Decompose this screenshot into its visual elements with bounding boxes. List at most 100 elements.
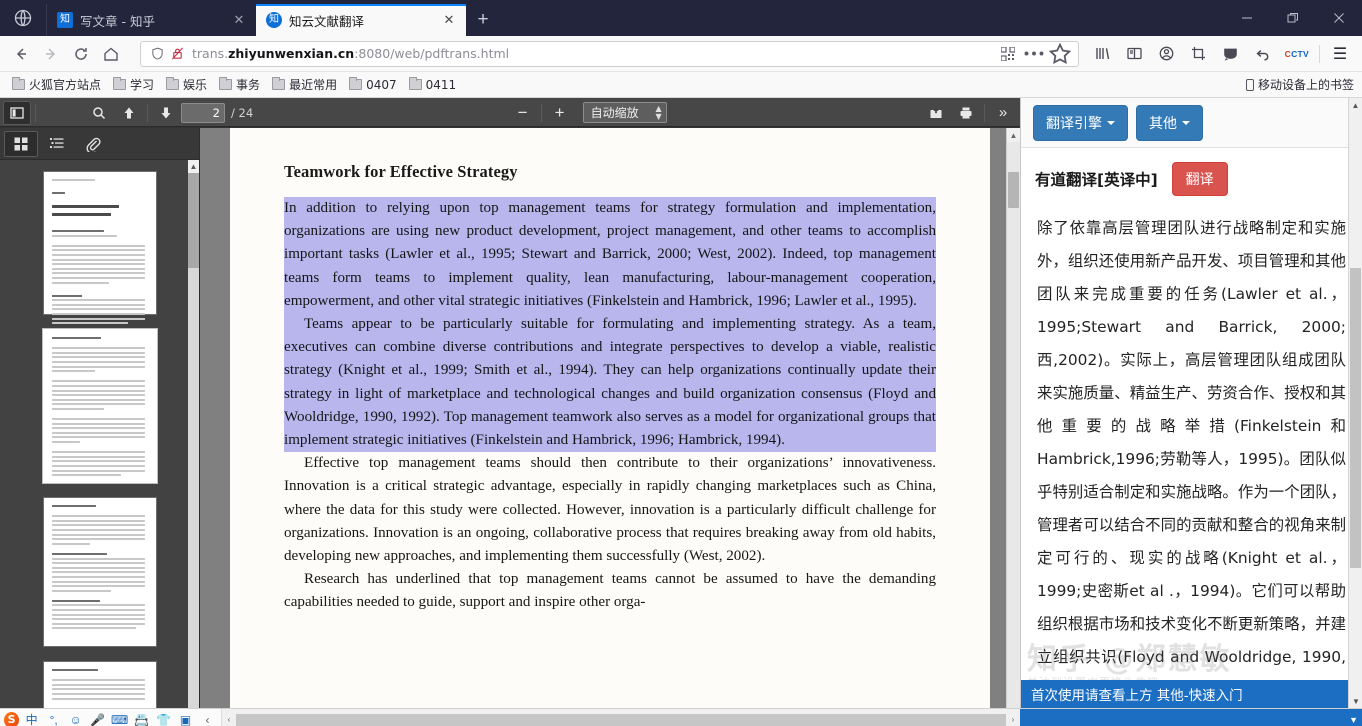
translation-engine-label: 翻译引擎 — [1046, 115, 1102, 132]
phone-icon — [1245, 78, 1254, 91]
new-tab-button[interactable]: + — [466, 4, 500, 36]
ime-punctuation-icon[interactable]: °, — [44, 711, 63, 726]
mobile-bookmarks-item[interactable]: 移动设备上的书签 — [1245, 76, 1354, 93]
browser-tab-bar: 知 写文章 - 知乎 ✕ 知 知云文献翻译 ✕ + — [0, 0, 1362, 36]
bookmark-item[interactable]: 0407 — [343, 76, 403, 94]
home-button[interactable] — [96, 40, 126, 68]
reload-button[interactable] — [66, 40, 96, 68]
reader-view-icon[interactable] — [1119, 40, 1151, 68]
translation-footer-hint[interactable]: 首次使用请查看上方 其他-快速入门 — [1021, 680, 1348, 708]
close-icon[interactable] — [1316, 0, 1362, 36]
ime-mode-icon[interactable]: 中 — [22, 711, 41, 726]
pdf-page-area[interactable]: Teamwork for Effective Strategy In addit… — [200, 128, 1020, 708]
arrow-up-icon[interactable] — [115, 101, 143, 125]
page-total-label: / 24 — [231, 105, 254, 120]
pdf-page: Teamwork for Effective Strategy In addit… — [230, 128, 990, 708]
ime-card-icon[interactable]: 📇 — [132, 711, 151, 726]
arrow-down-icon[interactable] — [152, 101, 180, 125]
bookmark-item[interactable]: 学习 — [107, 74, 160, 95]
pdf-vertical-scrollbar[interactable]: ▲ — [1006, 128, 1020, 708]
scroll-right-icon[interactable]: › — [1006, 715, 1020, 724]
scrollbar-thumb[interactable] — [188, 173, 199, 268]
hamburger-menu-icon[interactable]: ☰ — [1324, 40, 1356, 68]
ime-skin-icon[interactable]: 👕 — [154, 711, 173, 726]
page-number-input[interactable]: 2 — [181, 102, 225, 123]
browser-tab-1[interactable]: 知 写文章 - 知乎 ✕ — [46, 4, 256, 36]
ime-voice-icon[interactable]: 🎤 — [88, 711, 107, 726]
thumbnail-page-1[interactable] — [43, 172, 156, 338]
scrollbar-thumb[interactable] — [1008, 172, 1019, 208]
ime-collapse-icon[interactable]: ‹ — [198, 711, 217, 726]
browser-tab-2[interactable]: 知 知云文献翻译 ✕ — [256, 4, 466, 36]
more-tools-button[interactable]: » — [989, 101, 1017, 125]
sidebar-scrollbar[interactable]: ▲ — [188, 160, 199, 708]
ime-toolbar[interactable]: S 中 °, ☺ 🎤 ⌨ 📇 👕 ▣ ‹ — [0, 708, 222, 726]
qr-code-icon[interactable] — [996, 43, 1020, 65]
page-actions-icon[interactable] — [1022, 43, 1046, 65]
account-icon[interactable] — [1151, 40, 1183, 68]
print-icon[interactable] — [952, 101, 980, 125]
translation-header: 有道翻译[英译中] 翻译 — [1021, 148, 1362, 206]
forward-button[interactable] — [36, 40, 66, 68]
folder-icon — [113, 77, 127, 90]
thumbnail-page-2[interactable] — [42, 329, 157, 483]
scroll-up-icon[interactable]: ▲ — [1349, 98, 1362, 112]
scrollbar-thumb[interactable] — [236, 713, 1006, 726]
pdf-body: ▲ Teamwork for Effective Strategy In add… — [0, 128, 1020, 708]
horizontal-scrollbar[interactable]: ‹ › — [222, 711, 1020, 726]
bookmark-item[interactable]: 事务 — [213, 74, 266, 95]
translation-engine-button[interactable]: 翻译引擎 — [1033, 104, 1128, 141]
tab-favicon: 知 — [266, 12, 282, 28]
translation-scrollbar[interactable]: ▲ ▼ — [1348, 98, 1362, 708]
paperclip-icon[interactable] — [76, 131, 110, 157]
library-icon[interactable] — [1087, 40, 1119, 68]
thumbnail-page-4[interactable] — [43, 662, 156, 708]
thumbnail-page-3[interactable] — [43, 498, 156, 646]
close-icon[interactable]: ✕ — [230, 11, 248, 29]
scroll-left-icon[interactable]: ‹ — [222, 715, 236, 724]
translate-button[interactable]: 翻译 — [1171, 162, 1228, 196]
bottom-right-strip: ▼ — [1020, 708, 1362, 726]
ime-toolbox-icon[interactable]: ▣ — [176, 711, 195, 726]
page-title: Teamwork for Effective Strategy — [284, 162, 518, 181]
folder-icon — [219, 77, 233, 90]
toolbar-divider — [540, 103, 542, 122]
sidebar-toggle-icon[interactable] — [3, 100, 31, 125]
address-bar[interactable]: trans.zhiyunwenxian.cn:8080/web/pdftrans… — [140, 40, 1079, 67]
thumbnail-list[interactable]: ▲ — [0, 160, 199, 708]
outline-icon[interactable] — [40, 131, 74, 157]
pocket-icon[interactable] — [1215, 40, 1247, 68]
tab-favicon: 知 — [57, 12, 73, 28]
zoom-out-button[interactable]: − — [509, 101, 537, 125]
save-icon[interactable] — [922, 101, 950, 125]
undo-icon[interactable] — [1247, 40, 1279, 68]
bookmark-item[interactable]: 娱乐 — [160, 74, 213, 95]
ime-keyboard-icon[interactable]: ⌨ — [110, 711, 129, 726]
bookmark-star-icon[interactable] — [1048, 42, 1072, 65]
thumbnails-icon[interactable] — [4, 130, 38, 157]
restore-icon[interactable] — [1270, 0, 1316, 36]
minimize-icon[interactable] — [1224, 0, 1270, 36]
close-icon[interactable]: ✕ — [440, 11, 458, 29]
scrollbar-thumb[interactable] — [1350, 268, 1361, 568]
screenshot-icon[interactable] — [1183, 40, 1215, 68]
search-icon[interactable] — [85, 101, 113, 125]
translation-body[interactable]: 除了依靠高层管理团队进行战略制定和实施外，组织还使用新产品开发、项目管理和其他团… — [1021, 206, 1362, 708]
scroll-up-icon[interactable]: ▲ — [1007, 128, 1020, 142]
ime-emoji-icon[interactable]: ☺ — [66, 711, 85, 726]
scroll-down-icon[interactable]: ▼ — [1349, 694, 1362, 708]
insecure-lock-icon[interactable] — [167, 47, 187, 60]
bookmark-item[interactable]: 最近常用 — [266, 74, 343, 95]
scroll-up-icon[interactable]: ▲ — [188, 160, 199, 173]
bookmark-item[interactable]: 0411 — [403, 76, 463, 94]
other-menu-button[interactable]: 其他 — [1136, 104, 1203, 141]
back-button[interactable] — [6, 40, 36, 68]
folder-icon — [166, 77, 180, 90]
zoom-in-button[interactable]: + — [546, 101, 574, 125]
bookmark-item[interactable]: 火狐官方站点 — [6, 74, 107, 95]
sogou-logo-icon[interactable]: S — [4, 711, 20, 726]
shield-icon[interactable] — [147, 47, 167, 60]
scroll-down-icon[interactable]: ▼ — [1349, 715, 1358, 725]
cctv-extension-icon[interactable]: CCTV — [1279, 49, 1315, 59]
zoom-select[interactable]: 自动缩放 ▲ ▼ — [582, 102, 667, 123]
